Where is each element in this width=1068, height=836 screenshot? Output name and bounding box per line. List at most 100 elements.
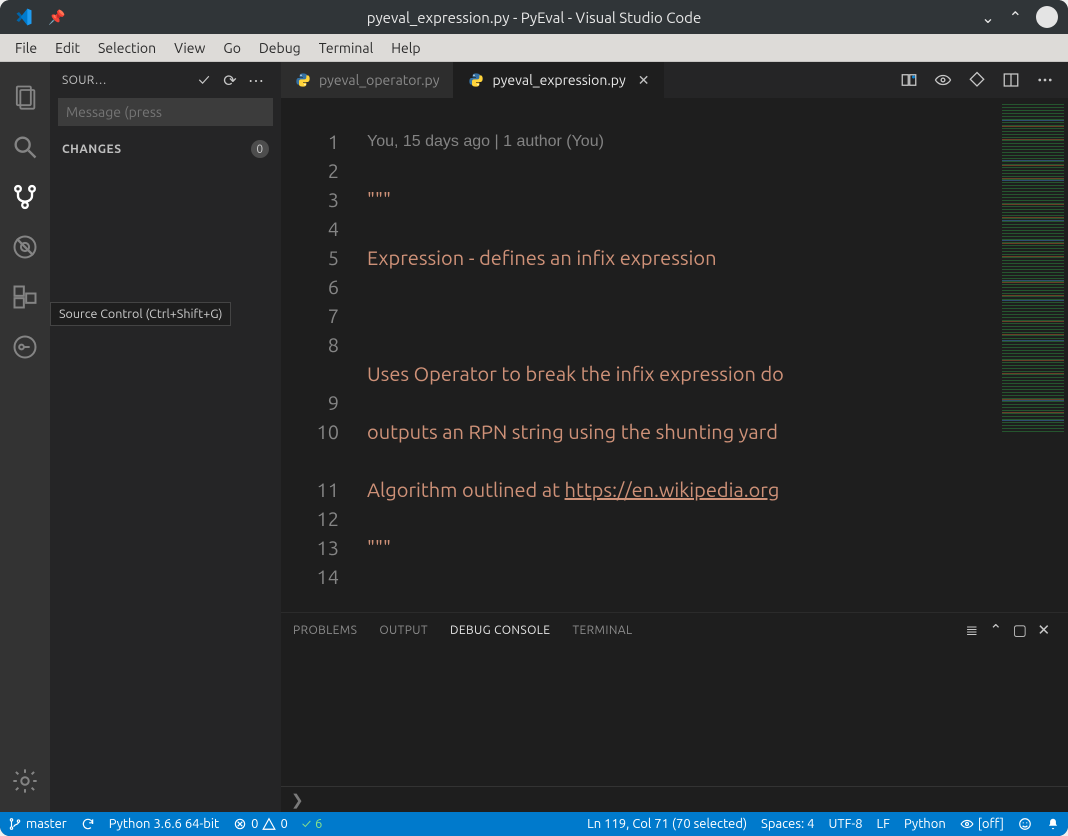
menu-debug[interactable]: Debug	[250, 40, 310, 56]
status-language[interactable]: Python	[904, 817, 946, 831]
menu-selection[interactable]: Selection	[89, 40, 165, 56]
code-text: outputs an RPN string using the shunting…	[367, 420, 783, 443]
panel-tab-debug-console[interactable]: DEBUG CONSOLE	[450, 624, 550, 637]
menu-help[interactable]: Help	[382, 40, 429, 56]
line-number: 1	[281, 127, 339, 156]
explorer-icon[interactable]	[0, 72, 50, 122]
maximize-panel-icon[interactable]: ▢	[1008, 621, 1032, 639]
commit-check-icon[interactable]: ✓	[191, 71, 217, 89]
status-preview[interactable]: [off]	[960, 817, 1004, 831]
debug-console-input[interactable]: ❯	[281, 786, 1068, 812]
pin-icon[interactable]: 📌	[48, 9, 65, 26]
menubar: File Edit Selection View Go Debug Termin…	[0, 34, 1068, 62]
status-label: 0	[251, 817, 258, 831]
panel-body	[281, 647, 1068, 786]
line-number: 5	[281, 243, 339, 272]
tab-pyeval-expression[interactable]: pyeval_expression.py ✕	[454, 62, 664, 98]
collapse-panel-icon[interactable]: ⌃	[984, 621, 1008, 639]
close-window-icon[interactable]: ✕	[1036, 6, 1058, 28]
tab-label: pyeval_expression.py	[492, 72, 625, 88]
python-file-icon	[468, 72, 484, 88]
body: Source Control (Ctrl+Shift+G) SOUR… ✓ ⟳ …	[0, 62, 1068, 812]
status-python[interactable]: Python 3.6.6 64-bit	[109, 817, 219, 831]
eye-icon	[960, 817, 974, 831]
tab-pyeval-operator[interactable]: pyeval_operator.py	[281, 62, 454, 98]
bell-icon	[1046, 817, 1060, 831]
status-tests-pass[interactable]: ✓ 6	[302, 817, 322, 831]
line-gutter: 1 2 3 4 5 6 7 8 9 10 11 12 1	[281, 98, 357, 612]
clear-console-icon[interactable]: ≣	[960, 621, 984, 639]
changes-section[interactable]: CHANGES 0	[50, 136, 281, 162]
file-annotations-icon[interactable]	[968, 71, 986, 89]
editor-wrap: 1 2 3 4 5 6 7 8 9 10 11 12 1	[281, 98, 1068, 612]
code-text: Algorithm outlined at	[367, 478, 565, 501]
status-bar: master Python 3.6.6 64-bit 0 0 ✓ 6 Ln 11…	[0, 812, 1068, 836]
vscode-logo-icon	[14, 7, 34, 27]
status-label: master	[26, 817, 67, 831]
git-branch-icon	[8, 817, 22, 831]
panel-tab-problems[interactable]: PROBLEMS	[293, 624, 357, 637]
debug-prompt: ❯	[291, 791, 304, 809]
close-tab-icon[interactable]: ✕	[638, 72, 650, 89]
status-cursor[interactable]: Ln 119, Col 71 (70 selected)	[587, 817, 747, 831]
commit-message-input[interactable]	[58, 98, 273, 126]
maximize-icon[interactable]: ⌃	[1009, 8, 1022, 27]
bottom-panel: PROBLEMS OUTPUT DEBUG CONSOLE TERMINAL ≣…	[281, 612, 1068, 812]
debug-icon[interactable]	[0, 222, 50, 272]
close-panel-icon[interactable]: ✕	[1032, 621, 1056, 639]
minimap[interactable]	[998, 98, 1068, 612]
status-spaces[interactable]: Spaces: 4	[761, 817, 814, 831]
more-editor-actions-icon[interactable]	[1036, 71, 1054, 89]
status-encoding[interactable]: UTF-8	[828, 817, 862, 831]
code-link[interactable]: https://en.wikipedia.org	[565, 478, 780, 501]
line-number: 13	[281, 533, 339, 562]
tab-label: pyeval_operator.py	[319, 72, 439, 88]
minimap-content	[1002, 102, 1064, 432]
source-control-icon[interactable]	[0, 172, 50, 222]
line-number: 14	[281, 562, 339, 591]
minimize-icon[interactable]: ⌄	[981, 8, 994, 27]
search-icon[interactable]	[0, 122, 50, 172]
python-file-icon	[295, 72, 311, 88]
status-feedback[interactable]	[1018, 817, 1032, 831]
code-text: """	[367, 188, 391, 211]
smiley-icon	[1018, 817, 1032, 831]
code-lines: You, 15 days ago | 1 author (You) """ Ex…	[367, 98, 998, 612]
status-sync[interactable]	[81, 817, 95, 831]
gitlens-icon[interactable]	[0, 322, 50, 372]
menu-terminal[interactable]: Terminal	[310, 40, 383, 56]
compare-changes-icon[interactable]	[900, 71, 918, 89]
status-notifications[interactable]	[1046, 817, 1060, 831]
titlebar: 📌 pyeval_expression.py - PyEval - Visual…	[0, 0, 1068, 34]
code-editor[interactable]: 1 2 3 4 5 6 7 8 9 10 11 12 1	[281, 98, 998, 612]
toggle-blame-icon[interactable]	[934, 71, 952, 89]
menu-edit[interactable]: Edit	[46, 40, 89, 56]
status-git-branch[interactable]: master	[8, 817, 67, 831]
refresh-icon[interactable]: ⟳	[217, 71, 243, 90]
menu-go[interactable]: Go	[214, 40, 249, 56]
panel-tab-output[interactable]: OUTPUT	[379, 624, 428, 637]
sidebar-title: SOUR…	[62, 74, 191, 87]
settings-gear-icon[interactable]	[0, 756, 50, 806]
menu-file[interactable]: File	[6, 40, 46, 56]
editor-tabbar: pyeval_operator.py pyeval_expression.py …	[281, 62, 1068, 98]
more-actions-icon[interactable]: ⋯	[243, 71, 269, 90]
line-number: 10	[281, 417, 339, 446]
line-number: 2	[281, 156, 339, 185]
changes-label: CHANGES	[62, 143, 122, 156]
status-label: 0	[280, 817, 287, 831]
warning-icon	[262, 817, 276, 831]
status-eol[interactable]: LF	[877, 817, 890, 831]
sync-icon	[81, 817, 95, 831]
split-editor-icon[interactable]	[1002, 71, 1020, 89]
status-label: [off]	[978, 817, 1004, 831]
menu-view[interactable]: View	[165, 40, 214, 56]
changes-count: 0	[251, 140, 269, 158]
codelens[interactable]: You, 15 days ago | 1 author (You)	[367, 127, 998, 156]
panel-tab-terminal[interactable]: TERMINAL	[572, 624, 632, 637]
extensions-icon[interactable]	[0, 272, 50, 322]
line-number: 7	[281, 301, 339, 330]
line-number: 4	[281, 214, 339, 243]
status-problems[interactable]: 0 0	[233, 817, 288, 831]
source-control-sidebar: SOUR… ✓ ⟳ ⋯ CHANGES 0	[50, 62, 281, 812]
